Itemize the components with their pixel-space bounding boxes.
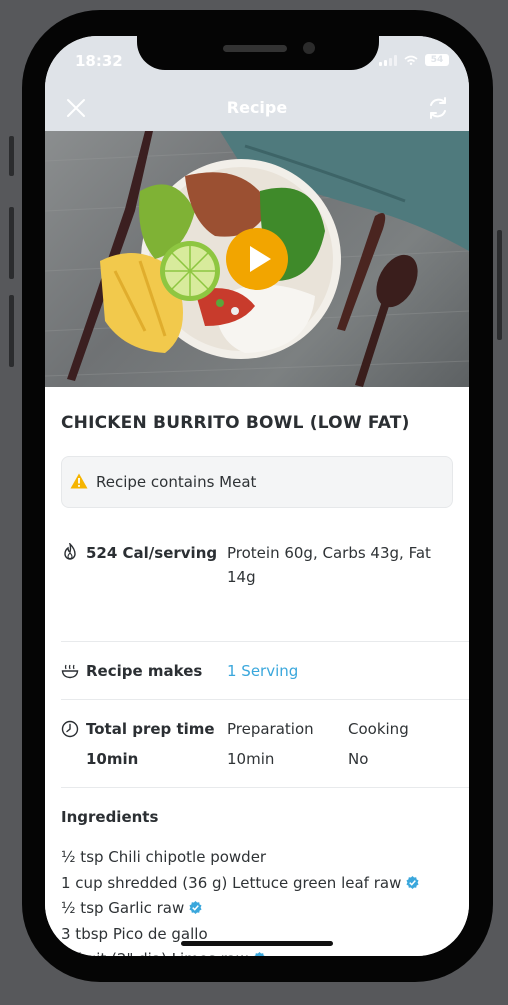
power-button — [497, 230, 502, 340]
cooking-value: No — [348, 750, 369, 768]
ingredient-text: 1 fruit (2" dia) Limes raw — [61, 950, 248, 956]
prep-time-total: 10min — [86, 750, 139, 768]
ingredient-text: 1 cup shredded (36 g) Lettuce green leaf… — [61, 873, 402, 892]
ingredient-item[interactable]: ½ tsp Garlic raw — [61, 896, 419, 922]
recipe-hero-image — [45, 131, 469, 387]
meat-alert: Recipe contains Meat — [61, 456, 453, 508]
ingredient-item[interactable]: ½ tsp Chili chipotle powder — [61, 845, 419, 871]
verified-icon — [254, 952, 265, 956]
recipe-title: CHICKEN BURRITO BOWL (LOW FAT) — [61, 413, 410, 433]
prep-time-label: Total prep time — [86, 720, 215, 738]
battery-indicator: 54 — [425, 54, 449, 66]
ingredients-list: ½ tsp Chili chipotle powder 1 cup shredde… — [61, 845, 419, 956]
verified-icon — [406, 875, 419, 889]
status-icons: 54 — [379, 54, 449, 66]
ingredients-heading: Ingredients — [61, 808, 159, 826]
warning-icon — [70, 473, 88, 489]
volume-down-button — [9, 295, 14, 367]
ingredient-text: ½ tsp Chili chipotle powder — [61, 848, 267, 866]
calories-label: 524 Cal/serving — [86, 544, 218, 562]
preparation-label: Preparation — [227, 720, 314, 738]
divider — [61, 641, 469, 642]
ingredient-text: 3 tbsp Pico de gallo — [61, 924, 208, 943]
page-title: Recipe — [226, 98, 288, 117]
verified-icon — [189, 901, 202, 914]
ingredient-item[interactable]: 1 cup shredded (36 g) Lettuce green leaf… — [61, 871, 419, 897]
app-screen: 18:32 54 Recipe CHICKEN BURRITO BOWL (LO… — [45, 36, 469, 956]
divider — [61, 787, 469, 788]
divider — [61, 699, 469, 700]
makes-label: Recipe makes — [86, 662, 203, 680]
front-camera — [303, 42, 315, 54]
refresh-icon[interactable] — [425, 95, 451, 121]
preparation-value: 10min — [227, 750, 275, 768]
status-time: 18:32 — [75, 52, 123, 70]
flame-icon — [64, 543, 76, 560]
mute-switch — [9, 136, 14, 176]
alert-text: Recipe contains Meat — [96, 473, 257, 491]
volume-up-button — [9, 207, 14, 279]
play-icon[interactable] — [225, 227, 289, 291]
bowl-icon — [61, 664, 79, 679]
macros-value: Protein 60g, Carbs 43g, Fat 14g — [227, 544, 431, 586]
ingredient-item[interactable]: 1 fruit (2" dia) Limes raw — [61, 947, 419, 956]
notch — [137, 36, 379, 70]
speaker — [223, 45, 287, 52]
clock-icon — [61, 720, 79, 738]
signal-icon — [379, 54, 397, 66]
recipe-details: CHICKEN BURRITO BOWL (LOW FAT) Recipe co… — [45, 387, 469, 956]
cooking-label: Cooking — [348, 720, 409, 738]
wifi-icon — [404, 55, 418, 65]
ingredient-text: ½ tsp Garlic raw — [61, 899, 185, 917]
servings-link[interactable]: 1 Serving — [227, 659, 298, 683]
home-indicator[interactable] — [181, 941, 333, 946]
